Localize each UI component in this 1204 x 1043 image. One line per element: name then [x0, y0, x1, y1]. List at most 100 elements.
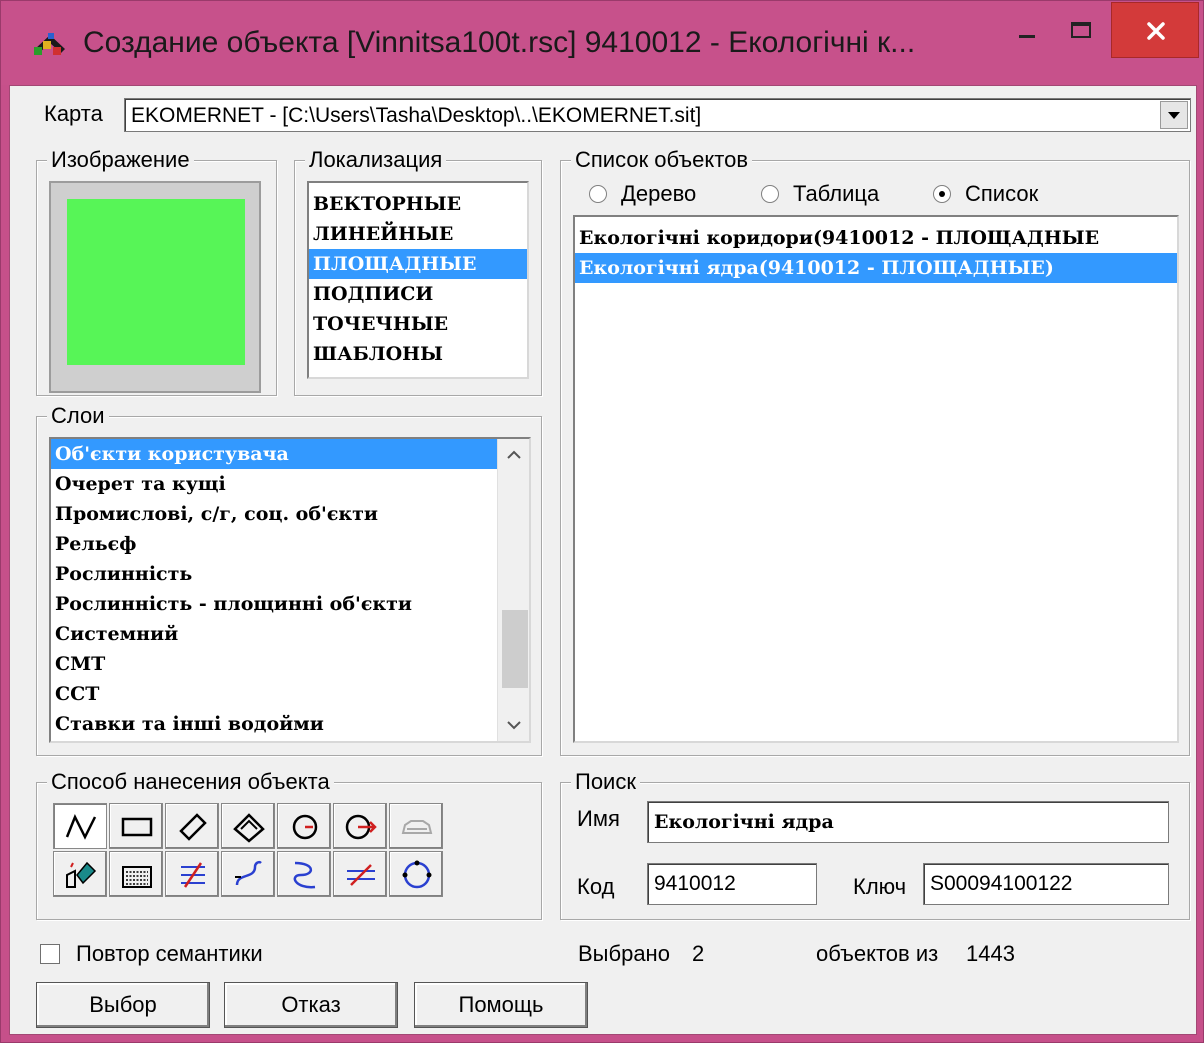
repeat-semantics-checkbox[interactable]: Повтор семантики [40, 940, 263, 968]
spline-tool-button[interactable] [277, 851, 331, 897]
layers-scrollbar[interactable] [497, 439, 529, 741]
localization-item[interactable]: ВЕКТОРНЫЕ [309, 189, 527, 219]
rectangle-tool-button[interactable] [109, 803, 163, 849]
circle-points-icon [402, 860, 432, 889]
circle-radius-tool-button[interactable] [333, 803, 387, 849]
close-icon [1147, 22, 1165, 40]
map-label: Карта [44, 101, 103, 126]
search-code-input[interactable]: 9410012 [647, 863, 817, 905]
object-list-item-selected[interactable]: Екологічні ядра(9410012 - ПЛОЩАДНЫЕ) [575, 253, 1177, 283]
circle-arrow-icon [345, 814, 377, 840]
selected-count: 2 [692, 941, 705, 966]
dialog-client-area: Карта EKOMERNET - [C:\Users\Tasha\Deskto… [9, 85, 1197, 1035]
layers-item[interactable]: ССТ [51, 679, 529, 709]
curve-icon [235, 860, 262, 886]
rectangle-icon [121, 817, 153, 837]
keyboard-input-tool-button[interactable] [109, 851, 163, 897]
polyline-tool-button[interactable] [53, 803, 107, 849]
localization-group-title: Локализация [305, 146, 447, 174]
object-image-fill [67, 199, 245, 365]
fill-tool-button[interactable] [53, 851, 107, 897]
circle-tool-button[interactable] [277, 803, 331, 849]
repeat-semantics-label: Повтор семантики [76, 941, 263, 966]
inclined-rectangle-tool-button[interactable] [165, 803, 219, 849]
map-combobox-value: EKOMERNET - [C:\Users\Tasha\Desktop\..\E… [131, 104, 702, 127]
help-button[interactable]: Помощь [414, 982, 588, 1028]
view-mode-table-radio[interactable]: Таблица [761, 180, 879, 208]
layers-item[interactable]: Очерет та кущі [51, 469, 529, 499]
layers-item[interactable]: СМТ [51, 649, 529, 679]
map-combobox[interactable]: EKOMERNET - [C:\Users\Tasha\Desktop\..\E… [124, 98, 1191, 132]
circle-points-tool-button[interactable] [389, 851, 443, 897]
minimize-button[interactable] [1005, 1, 1049, 59]
object-list-item[interactable]: Екологічні коридори(9410012 - ПЛОЩАДНЫЕ [575, 223, 1177, 253]
scroll-up-button[interactable] [498, 439, 529, 469]
selected-label: Выбрано [578, 941, 670, 966]
localization-item-selected[interactable]: ПЛОЩАДНЫЕ [309, 249, 527, 279]
localization-list[interactable]: ВЕКТОРНЫЕ ЛИНЕЙНЫЕ ПЛОЩАДНЫЕ ПОДПИСИ ТОЧ… [307, 181, 529, 379]
minimize-icon [1019, 35, 1035, 38]
layers-item-selected[interactable]: Об'єкти користувача [51, 439, 497, 469]
window-title: Создание объекта [Vinnitsa100t.rsc] 9410… [83, 26, 916, 59]
dialog-window: Создание объекта [Vinnitsa100t.rsc] 9410… [0, 0, 1204, 1043]
search-code-label: Код [577, 874, 615, 899]
offset-lines-icon [347, 864, 375, 886]
view-mode-list-label: Список [965, 181, 1039, 206]
view-mode-tree-radio[interactable]: Дерево [589, 180, 696, 208]
radio-icon [589, 185, 607, 203]
car-icon [401, 820, 433, 834]
curve-tool-button[interactable] [221, 851, 275, 897]
paint-bucket-icon [66, 861, 97, 888]
object-list[interactable]: Екологічні коридори(9410012 - ПЛОЩАДНЫЕ … [573, 215, 1179, 743]
maximize-button[interactable] [1056, 1, 1106, 59]
scroll-thumb[interactable] [502, 610, 528, 688]
keyboard-icon [122, 866, 152, 888]
layers-item[interactable]: Рослинність [51, 559, 529, 589]
polyline-icon [65, 813, 97, 840]
checkbox-icon [40, 944, 60, 964]
search-key-input[interactable]: S00094100122 [923, 863, 1169, 905]
composite-rectangle-tool-button[interactable] [221, 803, 275, 849]
cancel-button[interactable]: Отказ [224, 982, 398, 1028]
search-name-input[interactable]: Екологічні ядра [647, 801, 1169, 843]
layers-list[interactable]: Об'єкти користувача Очерет та кущі Проми… [49, 437, 531, 743]
diamond-icon [179, 813, 207, 841]
close-button[interactable] [1111, 2, 1199, 58]
parallel-lines-icon [181, 862, 205, 888]
total-count: 1443 [966, 941, 1015, 966]
search-group-title: Поиск [571, 768, 640, 796]
maximize-icon [1071, 22, 1091, 38]
parallel-lines-tool-button[interactable] [165, 851, 219, 897]
object-list-group: Список объектов Дерево Таблица Список Ек… [560, 146, 1190, 756]
localization-item[interactable]: ТОЧЕЧНЫЕ [309, 309, 527, 339]
object-image-preview [49, 181, 261, 393]
scroll-down-button[interactable] [498, 711, 529, 741]
vehicle-tool-button[interactable] [389, 803, 443, 849]
placement-group-title: Способ нанесения объекта [47, 768, 334, 796]
layers-item[interactable]: Ставки та інші водойми [51, 709, 529, 739]
layers-item[interactable]: Рельєф [51, 529, 529, 559]
map-combobox-dropdown[interactable] [1160, 101, 1188, 129]
title-bar[interactable]: Создание объекта [Vinnitsa100t.rsc] 9410… [1, 1, 1203, 85]
layers-group: Слои Об'єкти користувача Очерет та кущі … [36, 402, 542, 756]
spline-icon [293, 861, 316, 889]
localization-item[interactable]: ПОДПИСИ [309, 279, 527, 309]
localization-group: Локализация ВЕКТОРНЫЕ ЛИНЕЙНЫЕ ПЛОЩАДНЫЕ… [294, 146, 542, 396]
select-button[interactable]: Выбор [36, 982, 210, 1028]
image-group: Изображение [36, 146, 277, 396]
view-mode-list-radio[interactable]: Список [933, 180, 1038, 208]
chevron-down-icon [507, 721, 521, 730]
localization-item[interactable]: ЛИНЕЙНЫЕ [309, 219, 527, 249]
layers-item[interactable]: Рослинність - площинні об'єкти [51, 589, 529, 619]
nested-diamond-icon [233, 813, 265, 843]
search-key-label: Ключ [853, 874, 907, 899]
of-total-label: объектов из [816, 941, 939, 966]
chevron-down-icon [1168, 112, 1180, 119]
layers-item[interactable]: Системний [51, 619, 529, 649]
localization-item[interactable]: ШАБЛОНЫ [309, 339, 527, 369]
offset-line-tool-button[interactable] [333, 851, 387, 897]
layers-item[interactable]: Промислові, с/г, соц. об'єкти [51, 499, 529, 529]
layers-group-title: Слои [47, 402, 109, 430]
object-list-group-title: Список объектов [571, 146, 753, 174]
view-mode-tree-label: Дерево [621, 181, 697, 206]
